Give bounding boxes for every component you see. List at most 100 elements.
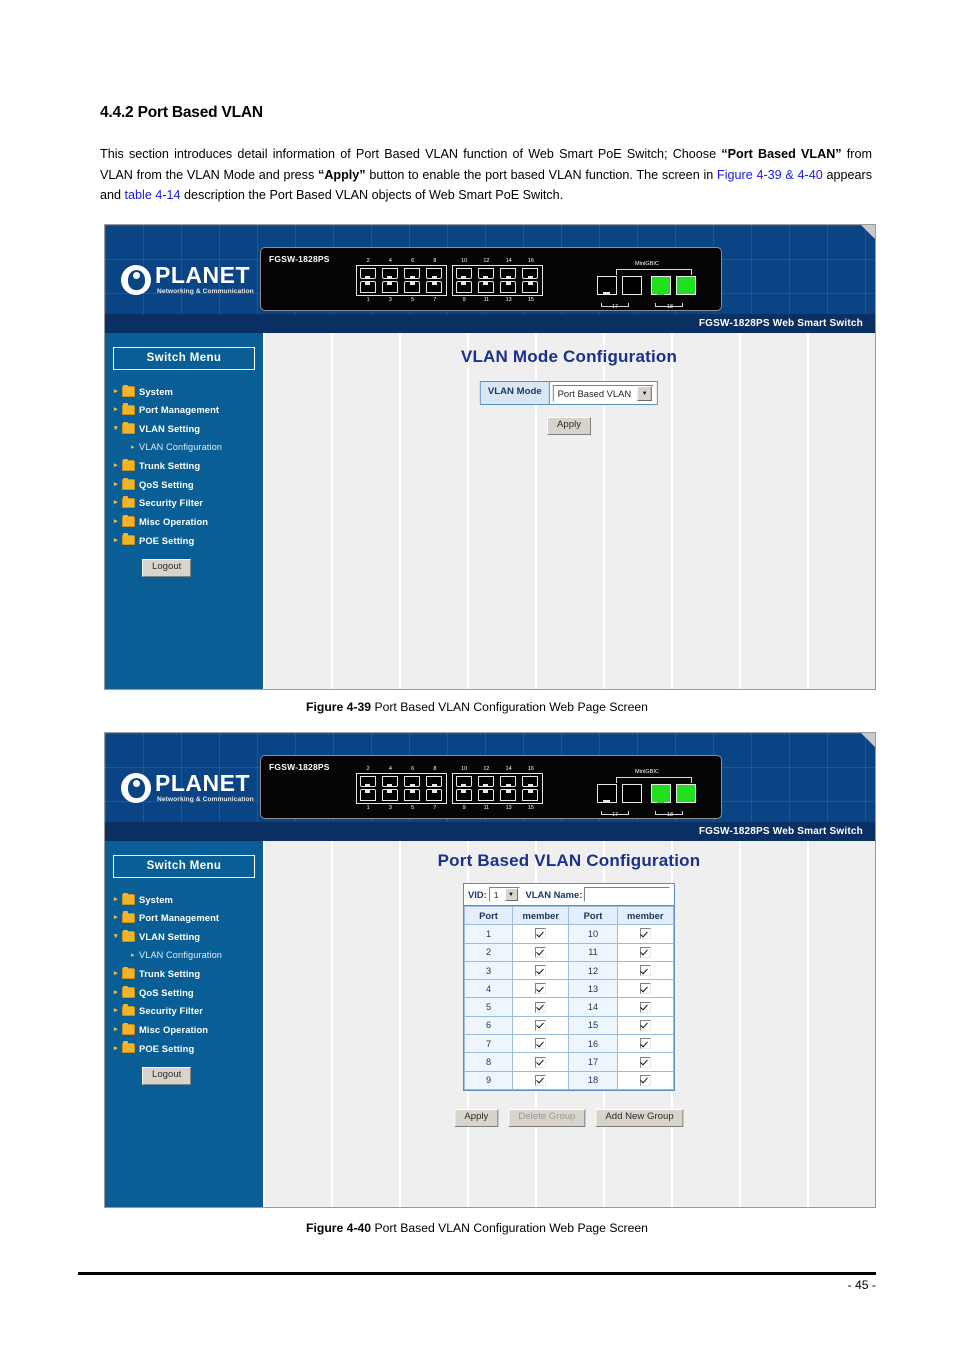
sidebar-item-port-management[interactable]: ▸ Port Management: [114, 909, 263, 928]
port-number-bottom: 13: [505, 805, 512, 811]
folder-icon: [122, 1022, 135, 1035]
member-checkbox[interactable]: [639, 965, 651, 977]
member-checkbox[interactable]: [535, 965, 547, 977]
port-number-bottom: 9: [462, 297, 466, 303]
apply-button[interactable]: Apply: [547, 417, 591, 435]
port-member-table-body: 1 10 2 11 3 12 4 13 5 14 6 15 7 16 8 17 9 18: [463, 924, 675, 1090]
sidebar-item-system[interactable]: ▸ System: [114, 382, 263, 401]
figure-cross-reference-link[interactable]: Figure 4-39 & 4-40: [717, 168, 823, 182]
folder-icon: [122, 929, 135, 942]
vid-select[interactable]: 1 ▼: [488, 887, 520, 902]
rj45-port-pair: 43: [379, 766, 401, 811]
table-row: 4 13: [463, 979, 675, 999]
vlan-name-label: VLAN Name:: [525, 889, 583, 900]
sidebar-item-poe-setting[interactable]: ▸ POE Setting: [114, 531, 263, 550]
member-checkbox[interactable]: [535, 1038, 547, 1050]
content-title: VLAN Mode Configuration: [460, 347, 678, 366]
sidebar-item-trunk-setting[interactable]: ▸ Trunk Setting: [114, 964, 263, 983]
apply-button[interactable]: Apply: [454, 1109, 499, 1127]
rj45-port-pair: 14 13: [498, 258, 520, 303]
member-checkbox[interactable]: [639, 1001, 651, 1013]
sidebar-item-qos-setting[interactable]: ▸ QoS Setting: [114, 983, 263, 1002]
port-number-cell: 15: [568, 1015, 618, 1036]
folder-icon: [122, 1004, 135, 1017]
port-number-bottom: 15: [527, 805, 534, 811]
sidebar-item-vlan-setting[interactable]: ▾ VLAN Setting: [114, 419, 263, 438]
sidebar-item-system[interactable]: ▸ System: [114, 890, 263, 909]
sidebar-item-misc-operation[interactable]: ▸ Misc Operation: [114, 1020, 263, 1039]
logout-button[interactable]: Logout: [142, 1067, 192, 1085]
sidebar-item-poe-setting[interactable]: ▸ POE Setting: [114, 1039, 263, 1058]
port-number-top: 4: [388, 766, 392, 772]
member-cell: [616, 1070, 675, 1090]
member-checkbox[interactable]: [535, 946, 547, 958]
sidebar-item-security-filter[interactable]: ▸ Security Filter: [114, 1002, 263, 1021]
member-checkbox[interactable]: [535, 1019, 547, 1031]
rj45-port-pair: 16 15: [520, 258, 542, 303]
sidebar-item-vlan-setting[interactable]: ▾ VLAN Setting: [114, 927, 263, 946]
rj45-jack-icon: [381, 267, 398, 279]
sidebar-item-vlan-configuration[interactable]: ▸ VLAN Configuration: [114, 438, 263, 457]
member-checkbox[interactable]: [535, 1056, 547, 1068]
sidebar-item-label: POE Setting: [139, 534, 195, 546]
port-number-cell: 17: [568, 1052, 618, 1072]
sidebar-item-security-filter[interactable]: ▸ Security Filter: [114, 494, 263, 513]
member-cell: [512, 1015, 570, 1036]
rj45-port-pair: 65: [402, 258, 424, 303]
rj45-jack-icon: [522, 789, 539, 801]
rj45-jack-icon: [477, 789, 494, 801]
table-row: 7 16: [463, 1034, 675, 1054]
sidebar-item-qos-setting[interactable]: ▸ QoS Setting: [114, 475, 263, 494]
rj45-jack-icon: [359, 281, 376, 293]
rj45-jack-icon: [426, 789, 443, 801]
member-checkbox[interactable]: [639, 946, 651, 958]
port-number-top: 12: [483, 766, 490, 772]
figure-caption-text: Port Based VLAN Configuration Web Page S…: [371, 1221, 648, 1235]
rj45-port-block-1: 21 43 65 87: [356, 258, 447, 303]
member-checkbox[interactable]: [639, 1074, 651, 1086]
sidebar-item-label: Security Filter: [139, 497, 204, 509]
sidebar-item-label: Port Management: [139, 404, 220, 416]
member-checkbox[interactable]: [535, 928, 547, 940]
chevron-down-icon: ▾: [114, 424, 118, 432]
logout-button[interactable]: Logout: [142, 559, 192, 577]
planet-logo-tagline: Networking & Communication: [157, 796, 254, 803]
add-new-group-button[interactable]: Add New Group: [595, 1109, 684, 1127]
chevron-right-icon: ▸: [114, 387, 118, 395]
rj45-jack-icon: [404, 775, 420, 787]
rj45-port-pair: 14 13: [498, 766, 520, 811]
sidebar-item-label: VLAN Setting: [139, 422, 201, 434]
sidebar-item-label: Port Management: [139, 912, 220, 924]
member-checkbox[interactable]: [639, 1019, 651, 1031]
member-checkbox[interactable]: [639, 1038, 651, 1050]
sidebar-item-vlan-configuration[interactable]: ▸ VLAN Configuration: [114, 946, 263, 965]
member-checkbox[interactable]: [535, 1001, 547, 1013]
table-cross-reference-link[interactable]: table 4-14: [125, 188, 181, 202]
sidebar-item-port-management[interactable]: ▸ Port Management: [114, 401, 263, 420]
vlan-mode-select[interactable]: Port Based VLAN ▼: [552, 385, 655, 402]
rj45-port-pair: 21: [357, 258, 379, 303]
port-notch: [657, 291, 664, 295]
combo-sfp-port-17-icon: [622, 276, 642, 295]
port-number-top: 14: [505, 766, 512, 772]
member-checkbox[interactable]: [639, 1056, 651, 1068]
member-cell: [512, 997, 570, 1017]
manual-page: 4.4.2 Port Based VLAN This section intro…: [0, 0, 954, 1350]
port-number-cell: 4: [463, 979, 514, 999]
port-number-top: 8: [433, 258, 437, 264]
member-checkbox[interactable]: [639, 983, 651, 995]
member-cell: [512, 1070, 570, 1090]
sidebar-item-misc-operation[interactable]: ▸ Misc Operation: [114, 512, 263, 531]
port-number-cell: 1: [463, 924, 514, 944]
sidebar-item-trunk-setting[interactable]: ▸ Trunk Setting: [114, 456, 263, 475]
member-checkbox[interactable]: [535, 1074, 547, 1086]
vlan-mode-selected-value: Port Based VLAN: [557, 388, 632, 399]
chevron-right-icon: ▸: [114, 406, 118, 414]
planet-logo-mark-icon: [121, 265, 151, 295]
chevron-down-icon: ▼: [504, 888, 518, 901]
folder-icon: [122, 458, 135, 471]
vlan-name-input[interactable]: [584, 887, 670, 902]
member-checkbox[interactable]: [535, 983, 547, 995]
chevron-right-icon: ▸: [114, 1025, 118, 1033]
member-checkbox[interactable]: [639, 928, 651, 940]
